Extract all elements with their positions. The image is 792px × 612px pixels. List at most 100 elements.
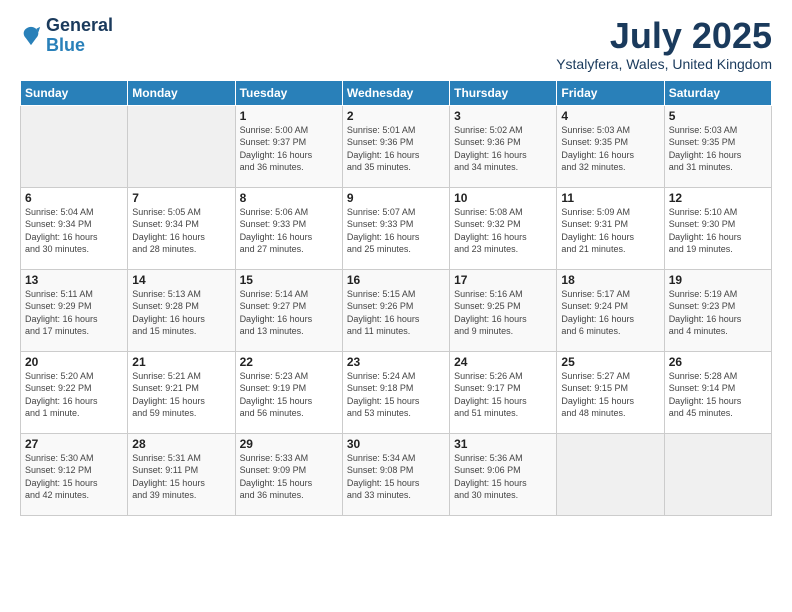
calendar-cell: 5Sunrise: 5:03 AM Sunset: 9:35 PM Daylig… — [664, 105, 771, 187]
day-number: 24 — [454, 355, 552, 369]
day-info: Sunrise: 5:02 AM Sunset: 9:36 PM Dayligh… — [454, 124, 552, 174]
day-info: Sunrise: 5:16 AM Sunset: 9:25 PM Dayligh… — [454, 288, 552, 338]
day-number: 7 — [132, 191, 230, 205]
day-info: Sunrise: 5:07 AM Sunset: 9:33 PM Dayligh… — [347, 206, 445, 256]
weekday-row: SundayMondayTuesdayWednesdayThursdayFrid… — [21, 80, 772, 105]
weekday-header: Thursday — [450, 80, 557, 105]
calendar-cell: 14Sunrise: 5:13 AM Sunset: 9:28 PM Dayli… — [128, 269, 235, 351]
day-info: Sunrise: 5:15 AM Sunset: 9:26 PM Dayligh… — [347, 288, 445, 338]
day-number: 27 — [25, 437, 123, 451]
logo-blue: Blue — [46, 36, 113, 56]
day-info: Sunrise: 5:04 AM Sunset: 9:34 PM Dayligh… — [25, 206, 123, 256]
day-number: 2 — [347, 109, 445, 123]
calendar-cell: 3Sunrise: 5:02 AM Sunset: 9:36 PM Daylig… — [450, 105, 557, 187]
day-info: Sunrise: 5:17 AM Sunset: 9:24 PM Dayligh… — [561, 288, 659, 338]
calendar-cell: 8Sunrise: 5:06 AM Sunset: 9:33 PM Daylig… — [235, 187, 342, 269]
calendar-body: 1Sunrise: 5:00 AM Sunset: 9:37 PM Daylig… — [21, 105, 772, 515]
day-info: Sunrise: 5:21 AM Sunset: 9:21 PM Dayligh… — [132, 370, 230, 420]
day-info: Sunrise: 5:34 AM Sunset: 9:08 PM Dayligh… — [347, 452, 445, 502]
day-number: 15 — [240, 273, 338, 287]
calendar-week-row: 27Sunrise: 5:30 AM Sunset: 9:12 PM Dayli… — [21, 433, 772, 515]
day-number: 10 — [454, 191, 552, 205]
day-number: 12 — [669, 191, 767, 205]
day-number: 6 — [25, 191, 123, 205]
day-info: Sunrise: 5:05 AM Sunset: 9:34 PM Dayligh… — [132, 206, 230, 256]
day-number: 30 — [347, 437, 445, 451]
calendar-cell: 21Sunrise: 5:21 AM Sunset: 9:21 PM Dayli… — [128, 351, 235, 433]
day-number: 21 — [132, 355, 230, 369]
calendar-week-row: 20Sunrise: 5:20 AM Sunset: 9:22 PM Dayli… — [21, 351, 772, 433]
calendar-cell: 9Sunrise: 5:07 AM Sunset: 9:33 PM Daylig… — [342, 187, 449, 269]
calendar-cell: 17Sunrise: 5:16 AM Sunset: 9:25 PM Dayli… — [450, 269, 557, 351]
day-number: 17 — [454, 273, 552, 287]
calendar-week-row: 13Sunrise: 5:11 AM Sunset: 9:29 PM Dayli… — [21, 269, 772, 351]
calendar-cell: 18Sunrise: 5:17 AM Sunset: 9:24 PM Dayli… — [557, 269, 664, 351]
logo-general: General — [46, 16, 113, 36]
day-number: 1 — [240, 109, 338, 123]
day-info: Sunrise: 5:31 AM Sunset: 9:11 PM Dayligh… — [132, 452, 230, 502]
day-info: Sunrise: 5:01 AM Sunset: 9:36 PM Dayligh… — [347, 124, 445, 174]
logo-icon — [20, 25, 42, 47]
calendar-cell: 22Sunrise: 5:23 AM Sunset: 9:19 PM Dayli… — [235, 351, 342, 433]
calendar-header: SundayMondayTuesdayWednesdayThursdayFrid… — [21, 80, 772, 105]
calendar-table: SundayMondayTuesdayWednesdayThursdayFrid… — [20, 80, 772, 516]
day-number: 4 — [561, 109, 659, 123]
day-number: 11 — [561, 191, 659, 205]
calendar-cell: 2Sunrise: 5:01 AM Sunset: 9:36 PM Daylig… — [342, 105, 449, 187]
day-info: Sunrise: 5:03 AM Sunset: 9:35 PM Dayligh… — [669, 124, 767, 174]
calendar-cell: 29Sunrise: 5:33 AM Sunset: 9:09 PM Dayli… — [235, 433, 342, 515]
month-title: July 2025 — [556, 16, 772, 56]
day-info: Sunrise: 5:26 AM Sunset: 9:17 PM Dayligh… — [454, 370, 552, 420]
calendar-cell: 16Sunrise: 5:15 AM Sunset: 9:26 PM Dayli… — [342, 269, 449, 351]
calendar-cell — [664, 433, 771, 515]
logo: General Blue — [20, 16, 113, 56]
day-number: 9 — [347, 191, 445, 205]
day-info: Sunrise: 5:00 AM Sunset: 9:37 PM Dayligh… — [240, 124, 338, 174]
weekday-header: Monday — [128, 80, 235, 105]
calendar-cell: 20Sunrise: 5:20 AM Sunset: 9:22 PM Dayli… — [21, 351, 128, 433]
calendar-cell: 28Sunrise: 5:31 AM Sunset: 9:11 PM Dayli… — [128, 433, 235, 515]
day-info: Sunrise: 5:23 AM Sunset: 9:19 PM Dayligh… — [240, 370, 338, 420]
day-number: 8 — [240, 191, 338, 205]
calendar-cell: 13Sunrise: 5:11 AM Sunset: 9:29 PM Dayli… — [21, 269, 128, 351]
calendar-cell: 7Sunrise: 5:05 AM Sunset: 9:34 PM Daylig… — [128, 187, 235, 269]
day-info: Sunrise: 5:08 AM Sunset: 9:32 PM Dayligh… — [454, 206, 552, 256]
day-info: Sunrise: 5:09 AM Sunset: 9:31 PM Dayligh… — [561, 206, 659, 256]
day-info: Sunrise: 5:30 AM Sunset: 9:12 PM Dayligh… — [25, 452, 123, 502]
calendar-cell: 31Sunrise: 5:36 AM Sunset: 9:06 PM Dayli… — [450, 433, 557, 515]
day-number: 19 — [669, 273, 767, 287]
weekday-header: Saturday — [664, 80, 771, 105]
calendar-cell: 1Sunrise: 5:00 AM Sunset: 9:37 PM Daylig… — [235, 105, 342, 187]
day-number: 31 — [454, 437, 552, 451]
day-number: 14 — [132, 273, 230, 287]
day-info: Sunrise: 5:11 AM Sunset: 9:29 PM Dayligh… — [25, 288, 123, 338]
calendar-cell: 26Sunrise: 5:28 AM Sunset: 9:14 PM Dayli… — [664, 351, 771, 433]
day-number: 5 — [669, 109, 767, 123]
calendar-cell: 19Sunrise: 5:19 AM Sunset: 9:23 PM Dayli… — [664, 269, 771, 351]
day-number: 25 — [561, 355, 659, 369]
calendar-cell: 4Sunrise: 5:03 AM Sunset: 9:35 PM Daylig… — [557, 105, 664, 187]
calendar-page: General Blue July 2025 Ystalyfera, Wales… — [0, 0, 792, 612]
weekday-header: Tuesday — [235, 80, 342, 105]
header: General Blue July 2025 Ystalyfera, Wales… — [20, 16, 772, 72]
weekday-header: Friday — [557, 80, 664, 105]
day-number: 26 — [669, 355, 767, 369]
day-info: Sunrise: 5:14 AM Sunset: 9:27 PM Dayligh… — [240, 288, 338, 338]
day-info: Sunrise: 5:36 AM Sunset: 9:06 PM Dayligh… — [454, 452, 552, 502]
day-number: 18 — [561, 273, 659, 287]
calendar-week-row: 6Sunrise: 5:04 AM Sunset: 9:34 PM Daylig… — [21, 187, 772, 269]
day-number: 20 — [25, 355, 123, 369]
day-info: Sunrise: 5:24 AM Sunset: 9:18 PM Dayligh… — [347, 370, 445, 420]
calendar-cell: 27Sunrise: 5:30 AM Sunset: 9:12 PM Dayli… — [21, 433, 128, 515]
day-info: Sunrise: 5:28 AM Sunset: 9:14 PM Dayligh… — [669, 370, 767, 420]
calendar-cell: 25Sunrise: 5:27 AM Sunset: 9:15 PM Dayli… — [557, 351, 664, 433]
day-info: Sunrise: 5:03 AM Sunset: 9:35 PM Dayligh… — [561, 124, 659, 174]
title-section: July 2025 Ystalyfera, Wales, United King… — [556, 16, 772, 72]
day-number: 23 — [347, 355, 445, 369]
day-number: 22 — [240, 355, 338, 369]
logo-text: General Blue — [46, 16, 113, 56]
day-info: Sunrise: 5:10 AM Sunset: 9:30 PM Dayligh… — [669, 206, 767, 256]
calendar-week-row: 1Sunrise: 5:00 AM Sunset: 9:37 PM Daylig… — [21, 105, 772, 187]
weekday-header: Wednesday — [342, 80, 449, 105]
day-info: Sunrise: 5:20 AM Sunset: 9:22 PM Dayligh… — [25, 370, 123, 420]
